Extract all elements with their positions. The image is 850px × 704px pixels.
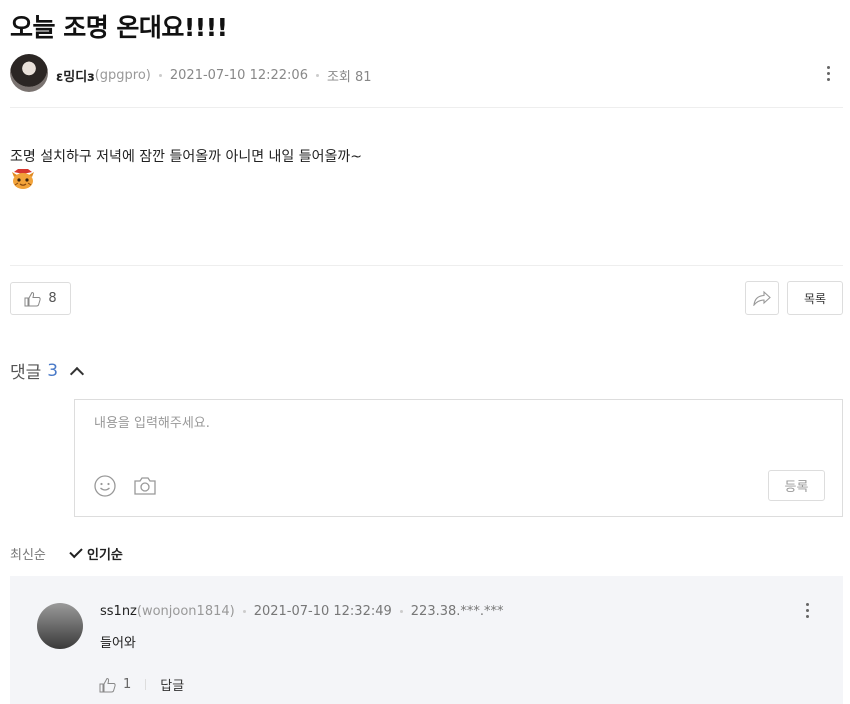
comment-ip: 223.38.***.*** [410, 604, 504, 619]
commenter-id: (wonjoon1814) [136, 604, 235, 619]
like-count: 8 [48, 291, 57, 306]
comment-like-count: 1 [123, 677, 132, 692]
commenter-avatar[interactable] [37, 603, 83, 649]
checkmark-icon [69, 544, 83, 559]
share-button[interactable] [745, 281, 779, 315]
post-title: 오늘 조명 온대요!!!! [10, 13, 228, 42]
comments-header[interactable]: 댓글 3 [10, 358, 85, 383]
emoji-smile-icon[interactable] [94, 475, 116, 497]
separator-dot [242, 610, 246, 613]
thumbs-up-icon[interactable] [99, 677, 117, 693]
thumbs-up-icon [24, 291, 41, 306]
share-arrow-icon [753, 290, 771, 306]
list-button[interactable]: 목록 [787, 281, 843, 315]
comment-actions: 1 답글 [99, 675, 184, 694]
comment-meta: ss1nz (wonjoon1814) 2021-07-10 12:32:49 … [100, 604, 504, 619]
author-nickname[interactable]: ε밍디з [56, 66, 95, 85]
author-avatar[interactable] [10, 54, 48, 92]
like-button[interactable]: 8 [10, 282, 71, 315]
comment-item: ss1nz (wonjoon1814) 2021-07-10 12:32:49 … [10, 576, 843, 704]
separator-dot [315, 74, 319, 77]
author-id: (gpgpro) [94, 68, 151, 83]
divider [10, 107, 843, 108]
sort-latest[interactable]: 최신순 [10, 544, 46, 563]
comments-count: 3 [47, 360, 59, 381]
divider [10, 265, 843, 266]
comment-input[interactable] [94, 412, 814, 452]
view-count: 조회 81 [326, 70, 372, 85]
separator-dot [399, 610, 403, 613]
reply-button[interactable]: 답글 [160, 675, 184, 694]
comment-date: 2021-07-10 12:32:49 [253, 604, 392, 619]
commenter-nickname[interactable]: ss1nz [100, 604, 137, 619]
post-meta: ε밍디з (gpgpro) 2021-07-10 12:22:06 조회 81 [56, 66, 372, 85]
comment-text: 들어와 [100, 636, 136, 651]
camera-icon[interactable] [133, 475, 157, 497]
post-date: 2021-07-10 12:22:06 [169, 68, 308, 83]
separator-dot [158, 74, 162, 77]
submit-comment-button[interactable]: 등록 [768, 470, 825, 501]
comment-editor: 등록 [74, 399, 843, 517]
sort-popular-label: 인기순 [87, 548, 123, 563]
sort-popular[interactable]: 인기순 [69, 544, 123, 563]
post-more-options-icon[interactable] [823, 66, 833, 84]
cat-emoticon-icon [12, 169, 34, 189]
comment-more-options-icon[interactable] [802, 603, 812, 621]
comments-label: 댓글 [10, 363, 42, 383]
divider [145, 679, 147, 690]
chevron-up-icon[interactable] [70, 366, 85, 381]
post-body: 조명 설치하구 저녁에 잠깐 들어올까 아니면 내일 들어올까~ [10, 149, 363, 165]
